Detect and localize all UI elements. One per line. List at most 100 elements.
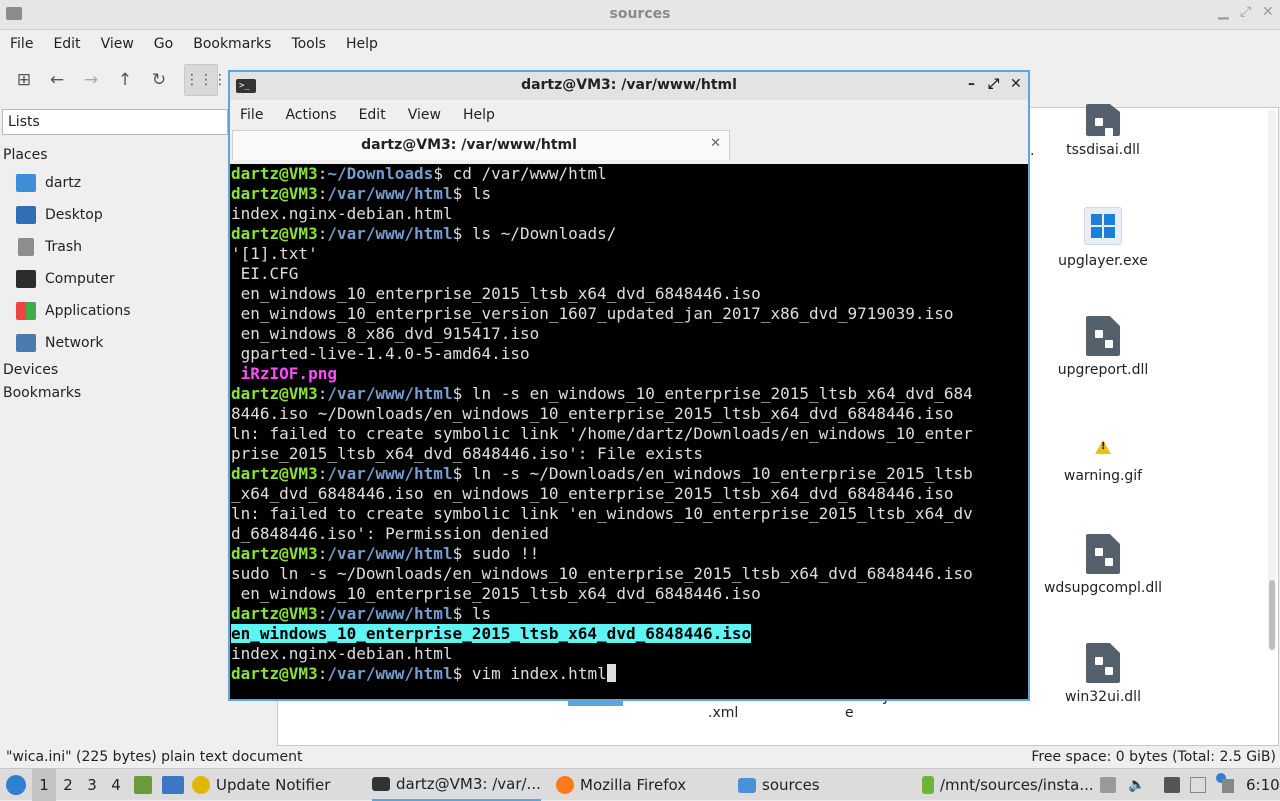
output-text: en_windows_10_enterprise_2015_ltsb_x64_d… bbox=[231, 284, 761, 303]
task-label: Update Notifier bbox=[216, 776, 331, 794]
sidebar-item-trash[interactable]: Trash bbox=[16, 235, 82, 259]
icon-view-icon[interactable]: ⋮⋮⋮ bbox=[184, 64, 227, 96]
file-manager-title: sources bbox=[609, 6, 671, 22]
workspace-4[interactable]: 4 bbox=[104, 769, 128, 801]
menu-edit[interactable]: Edit bbox=[47, 36, 86, 52]
file-item[interactable]: upglayer.exe bbox=[1033, 207, 1173, 269]
sidebar-item-label: dartz bbox=[45, 175, 82, 191]
prompt-dollar: $ bbox=[452, 604, 463, 623]
eject-icon[interactable] bbox=[1100, 777, 1116, 793]
menu-edit[interactable]: Edit bbox=[351, 107, 394, 123]
terminal-output[interactable]: dartz@VM3:~/Downloads$ cd /var/www/html d… bbox=[230, 164, 1028, 699]
prompt-user: dartz@VM3 bbox=[231, 604, 318, 623]
quicklaunch-file-manager[interactable] bbox=[134, 769, 152, 801]
prompt-separator: : bbox=[317, 164, 328, 183]
terminal-titlebar[interactable]: >_ dartz@VM3: /var/www/html – ⤢ ✕ bbox=[230, 72, 1028, 100]
symlink-filename: en_windows_10_enterprise_2015_ltsb_x64_d… bbox=[231, 624, 752, 643]
prompt-separator: : bbox=[317, 544, 328, 563]
forward-icon[interactable]: → bbox=[79, 68, 103, 92]
start-menu-button[interactable] bbox=[4, 769, 28, 801]
file-item[interactable]: wdsupgcompl.dll bbox=[1033, 534, 1173, 596]
clock[interactable]: 6:10 bbox=[1246, 769, 1280, 801]
command-text: ls bbox=[462, 604, 492, 623]
menu-bookmarks[interactable]: Bookmarks bbox=[187, 36, 277, 52]
close-icon[interactable]: ✕ bbox=[1010, 76, 1022, 92]
up-icon[interactable]: ↑ bbox=[113, 68, 137, 92]
sidebar-item-label: Applications bbox=[45, 303, 131, 319]
prompt-user: dartz@VM3 bbox=[231, 384, 318, 403]
prompt-user: dartz@VM3 bbox=[231, 464, 318, 483]
sidebar-item-label: Network bbox=[45, 335, 104, 351]
computer-icon bbox=[16, 270, 36, 288]
maximize-icon[interactable]: ⤢ bbox=[1240, 4, 1251, 20]
display-icon[interactable] bbox=[1164, 777, 1180, 793]
volume-icon[interactable]: 🔈 bbox=[1128, 777, 1145, 793]
new-tab-icon[interactable]: ⊞ bbox=[12, 68, 36, 92]
menu-file[interactable]: File bbox=[4, 36, 39, 52]
task-sources[interactable]: sources bbox=[738, 769, 820, 801]
close-tab-icon[interactable]: ✕ bbox=[710, 136, 721, 151]
file-item[interactable]: tssdisai.dll bbox=[1033, 104, 1173, 158]
bookmarks-heading[interactable]: Bookmarks bbox=[3, 385, 81, 401]
quicklaunch-desktop[interactable] bbox=[162, 769, 184, 801]
home-folder-icon bbox=[16, 174, 36, 192]
sidebar-item-desktop[interactable]: Desktop bbox=[16, 203, 103, 227]
network-status-icon[interactable] bbox=[1222, 779, 1234, 793]
network-icon bbox=[16, 334, 36, 352]
file-item[interactable]: win32ui.dll bbox=[1033, 643, 1173, 705]
terminal-tab[interactable]: dartz@VM3: /var/www/html ✕ bbox=[232, 130, 730, 160]
file-item[interactable]: warning.gif bbox=[1033, 434, 1173, 484]
dll-file-icon bbox=[1086, 643, 1120, 683]
back-icon[interactable]: ← bbox=[45, 68, 69, 92]
output-text: '[1].txt' bbox=[231, 244, 318, 263]
menu-actions[interactable]: Actions bbox=[277, 107, 344, 123]
close-icon[interactable]: ✕ bbox=[1262, 4, 1274, 20]
sidebar-item-computer[interactable]: Computer bbox=[16, 267, 115, 291]
minimize-icon[interactable]: – bbox=[968, 76, 975, 92]
output-text: prise_2015_ltsb_x64_dvd_6848446.iso': Fi… bbox=[231, 444, 704, 463]
menu-help[interactable]: Help bbox=[340, 36, 384, 52]
terminal-output-line: _x64_dvd_6848446.iso en_windows_10_enter… bbox=[231, 484, 1028, 504]
task-firefox[interactable]: Mozilla Firefox bbox=[556, 769, 686, 801]
places-heading[interactable]: Places bbox=[3, 147, 48, 163]
terminal-menubar: File Actions Edit View Help bbox=[230, 100, 1028, 130]
workspace-1[interactable]: 1 bbox=[32, 769, 56, 801]
file-item[interactable]: upgreport.dll bbox=[1033, 316, 1173, 378]
task-mnt-sources[interactable]: /mnt/sources/insta... bbox=[922, 769, 1094, 801]
menu-tools[interactable]: Tools bbox=[285, 36, 332, 52]
menu-help[interactable]: Help bbox=[455, 107, 503, 123]
status-free-space: Free space: 0 bytes (Total: 2.5 GiB) bbox=[1031, 749, 1276, 765]
clipboard-icon[interactable] bbox=[1190, 777, 1206, 793]
devices-heading[interactable]: Devices bbox=[3, 362, 58, 378]
workspace-3[interactable]: 3 bbox=[80, 769, 104, 801]
reload-icon[interactable]: ↻ bbox=[147, 68, 171, 92]
prompt-separator: : bbox=[317, 464, 328, 483]
menu-view[interactable]: View bbox=[400, 107, 449, 123]
scrollbar-thumb[interactable] bbox=[1269, 580, 1275, 650]
task-update-notifier[interactable]: Update Notifier bbox=[192, 769, 330, 801]
minimize-icon[interactable]: ▁ bbox=[1218, 4, 1229, 20]
status-selection: "wica.ini" (225 bytes) plain text docume… bbox=[6, 749, 303, 765]
file-view-scrollbar[interactable] bbox=[1268, 110, 1276, 650]
workspace-2[interactable]: 2 bbox=[56, 769, 80, 801]
sidebar-item-network[interactable]: Network bbox=[16, 331, 103, 355]
file-label-partial: e bbox=[845, 705, 854, 721]
terminal-prompt-line: dartz@VM3:/var/www/html$ ls bbox=[231, 604, 1028, 624]
sidebar-item-home[interactable]: dartz bbox=[16, 171, 81, 195]
prompt-dollar: $ bbox=[452, 464, 463, 483]
sidebar-item-label: Computer bbox=[45, 271, 115, 287]
terminal-output-line: index.nginx-debian.html bbox=[231, 204, 1028, 224]
menu-file[interactable]: File bbox=[232, 107, 271, 123]
terminal-output-line: EI.CFG bbox=[231, 264, 1028, 284]
maximize-icon[interactable]: ⤢ bbox=[988, 76, 999, 92]
file-label-partial: .xml bbox=[708, 705, 739, 721]
app-menu-icon bbox=[6, 775, 26, 795]
windows-exe-icon bbox=[1084, 207, 1122, 245]
task-terminal[interactable]: dartz@VM3: /var/... bbox=[372, 769, 541, 801]
sidebar-mode-select[interactable]: Lists bbox=[2, 109, 228, 135]
command-text: sudo !! bbox=[462, 544, 540, 563]
sidebar-item-applications[interactable]: Applications bbox=[16, 299, 131, 323]
menu-view[interactable]: View bbox=[95, 36, 140, 52]
menu-go[interactable]: Go bbox=[148, 36, 179, 52]
terminal-window[interactable]: >_ dartz@VM3: /var/www/html – ⤢ ✕ File A… bbox=[228, 70, 1030, 701]
